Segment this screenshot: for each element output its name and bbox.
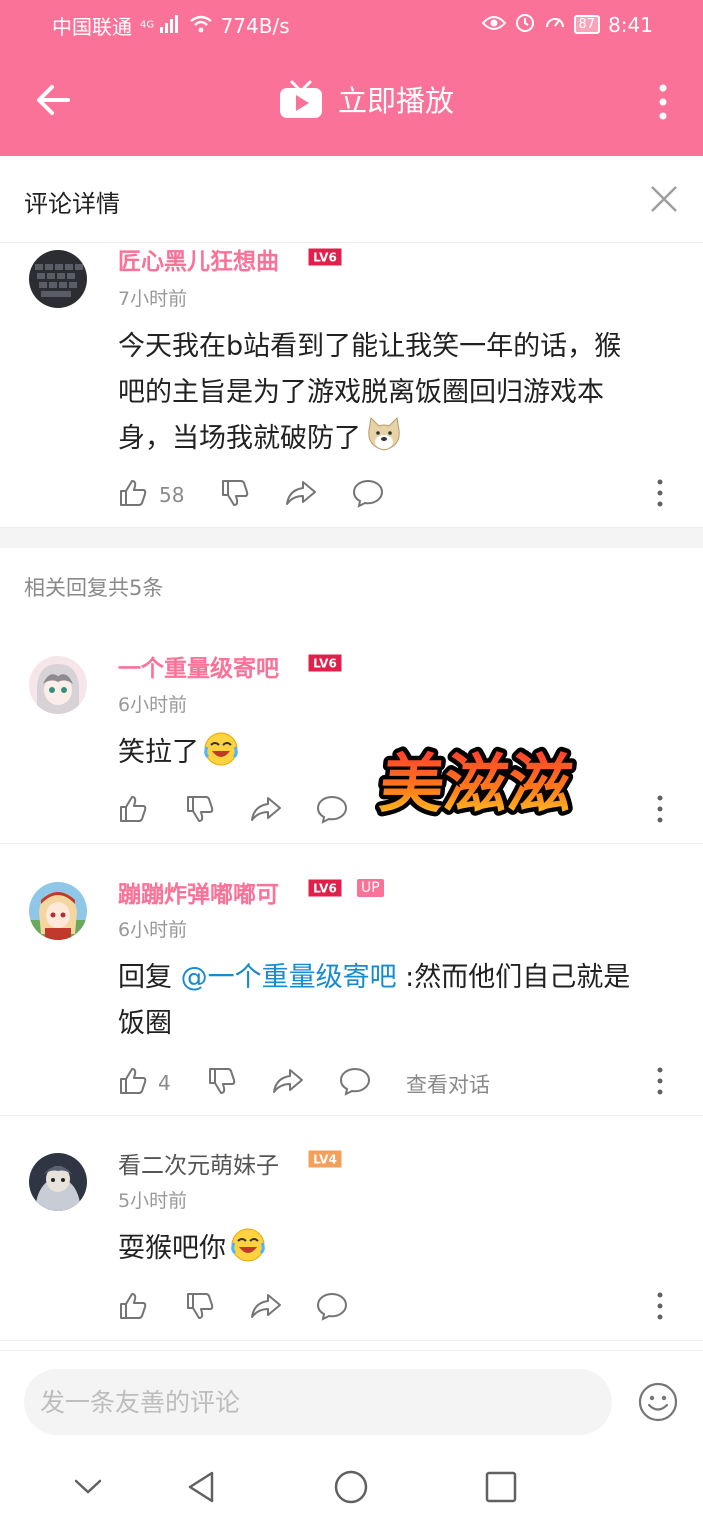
comment-line-1: 今天我在b站看到了能让我笑一年的话，猴 (118, 331, 622, 362)
status-bar: 中国联通 4G 774B/s 87 8:41 (0, 0, 703, 48)
network-speed: 774B/s (220, 13, 290, 38)
reply-text: 笑拉了 (118, 737, 199, 768)
comment-text: 今天我在b站看到了能让我笑一年的话，猴 吧的主旨是为了游戏脱离饭圈回归游戏本 身… (118, 324, 678, 462)
clock: 8:41 (608, 12, 653, 37)
share-button[interactable] (285, 478, 317, 512)
comment-text: 回复 @一个重量级寄吧 :然而他们自己就是 饭圈 (118, 955, 678, 1047)
divider (0, 1340, 703, 1341)
level-badge-icon: LV6 (308, 654, 342, 672)
username[interactable]: 一个重量级寄吧 (118, 649, 279, 683)
svg-text:LV6: LV6 (313, 251, 337, 265)
dislike-button[interactable] (220, 478, 250, 512)
svg-text:LV6: LV6 (313, 657, 337, 671)
username[interactable]: 看二次元萌妹子 (118, 1146, 279, 1180)
divider (0, 843, 703, 844)
reply-button[interactable] (316, 794, 348, 828)
tv-icon (280, 80, 322, 118)
reply-text-after: :然而他们自己就是 (396, 962, 631, 993)
reply-button[interactable] (352, 478, 384, 512)
svg-text:LV6: LV6 (313, 882, 337, 896)
like-count: 58 (159, 483, 185, 507)
replies-count-header: 相关回复共5条 (24, 576, 164, 600)
meizizi-sticker: 美滋滋 (372, 743, 581, 826)
dislike-button[interactable] (207, 1066, 237, 1100)
comment-time: 6小时前 (118, 919, 188, 941)
level-badge-icon: LV6 (308, 248, 342, 266)
alarm-icon (514, 11, 536, 38)
home-circle-icon[interactable] (333, 1469, 369, 1509)
like-count: 4 (158, 1071, 171, 1095)
avatar[interactable] (29, 882, 87, 940)
comment-line-3-text: 身，当场我就破防了 (118, 423, 361, 454)
view-conversation-link[interactable]: 查看对话 (406, 1069, 490, 1099)
signal-icon: 4G (140, 14, 181, 37)
app-bar: 立即播放 (0, 48, 703, 156)
battery-icon: 87 (573, 15, 601, 34)
share-button[interactable] (250, 1291, 282, 1325)
back-triangle-icon[interactable] (184, 1469, 220, 1509)
reply-prefix: 回复 (118, 962, 181, 993)
like-button[interactable] (118, 478, 148, 512)
comment-text: 耍猴吧你 (118, 1226, 266, 1272)
recents-square-icon[interactable] (484, 1470, 518, 1508)
comment-line-2: 吧的主旨是为了游戏脱离饭圈回归游戏本 (118, 377, 604, 408)
more-vertical-icon[interactable] (653, 82, 673, 122)
back-arrow-icon[interactable] (34, 80, 74, 120)
mention-link[interactable]: @一个重量级寄吧 (181, 962, 397, 993)
avatar[interactable] (29, 250, 87, 308)
close-icon[interactable] (649, 184, 679, 214)
svg-text:LV4: LV4 (313, 1153, 337, 1167)
comment-more-icon[interactable] (655, 1291, 665, 1325)
laughing-cry-emoji-icon (204, 732, 238, 766)
comment-detail-header: 评论详情 (0, 156, 703, 243)
comment-input[interactable] (24, 1369, 612, 1435)
section-divider (0, 528, 703, 548)
system-nav-bar (0, 1455, 703, 1525)
level-badge-icon: LV4 (308, 1150, 342, 1168)
divider (0, 1115, 703, 1116)
speedometer-icon (544, 11, 566, 38)
avatar[interactable] (29, 1153, 87, 1211)
detail-title: 评论详情 (24, 190, 120, 218)
reply-line-1: 回复 @一个重量级寄吧 :然而他们自己就是 (118, 955, 678, 1001)
reply-button[interactable] (339, 1066, 371, 1100)
comment-more-icon[interactable] (655, 478, 665, 512)
reply-line-2: 饭圈 (118, 1008, 172, 1039)
reply-button[interactable] (316, 1291, 348, 1325)
share-button[interactable] (272, 1066, 304, 1100)
comment-text: 笑拉了 (118, 730, 239, 776)
play-now-button[interactable]: 立即播放 (278, 78, 454, 120)
username[interactable]: 匠心黑儿狂想曲 (118, 242, 279, 276)
username[interactable]: 蹦蹦炸弹嘟嘟可 (118, 875, 279, 909)
comment-input-bar (0, 1350, 703, 1456)
comment-more-icon[interactable] (655, 794, 665, 828)
comment-time: 5小时前 (118, 1190, 188, 1212)
avatar[interactable] (29, 656, 87, 714)
wifi-icon (189, 14, 213, 38)
chevron-down-icon[interactable] (72, 1471, 104, 1507)
like-button[interactable] (118, 1066, 148, 1100)
network-type: 4G (140, 18, 155, 30)
reply-text: 耍猴吧你 (118, 1233, 226, 1264)
comment-more-icon[interactable] (655, 1066, 665, 1100)
laughing-cry-emoji-icon (231, 1228, 265, 1262)
page-title: 立即播放 (338, 84, 455, 118)
dislike-button[interactable] (185, 794, 215, 828)
sticker-text: 美滋滋 (376, 747, 576, 822)
emoji-icon[interactable] (637, 1381, 679, 1423)
like-button[interactable] (118, 794, 148, 828)
carrier-label: 中国联通 (52, 15, 132, 39)
comment-time: 6小时前 (118, 694, 188, 716)
comment-time: 7小时前 (118, 288, 188, 310)
comment-line-3: 身，当场我就破防了 (118, 416, 678, 462)
level-badge-icon: LV6 (308, 879, 342, 897)
eye-icon (481, 13, 506, 37)
share-button[interactable] (250, 794, 282, 828)
like-button[interactable] (118, 1291, 148, 1325)
doge-emoji-icon (368, 416, 400, 451)
up-badge: UP (357, 879, 384, 897)
dislike-button[interactable] (185, 1291, 215, 1325)
